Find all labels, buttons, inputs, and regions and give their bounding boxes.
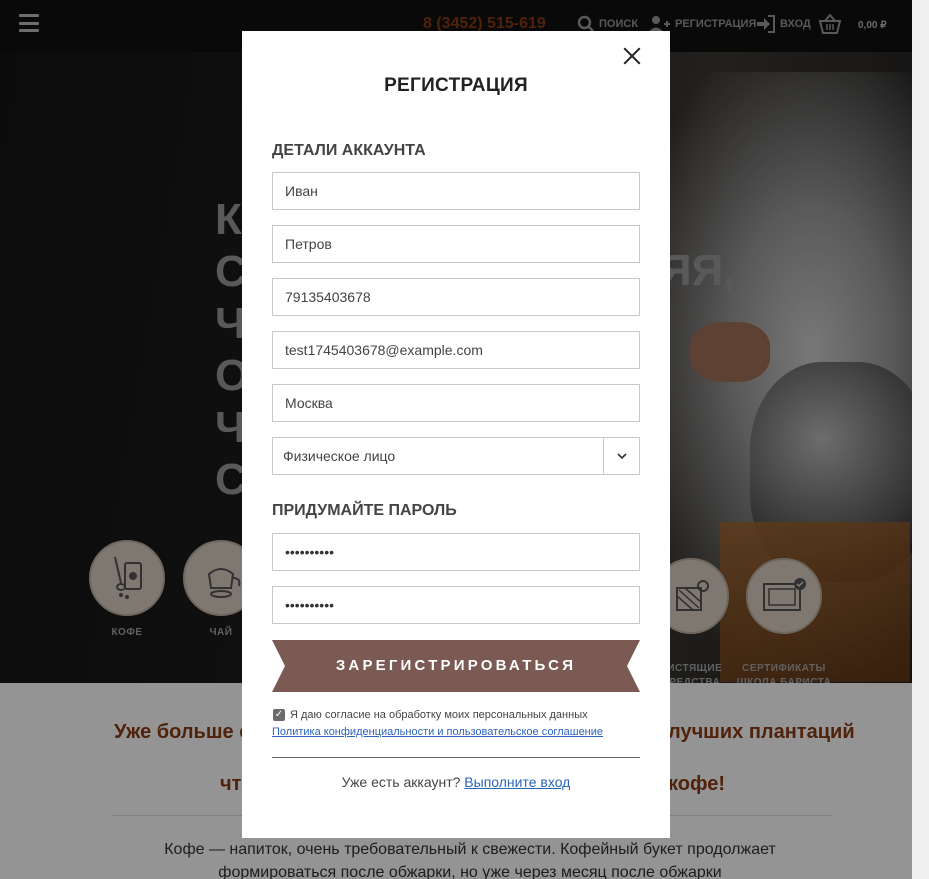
have-account-text: Уже есть аккаунт? [341, 774, 461, 790]
city-value: Москва [285, 395, 333, 411]
password-confirm-field[interactable]: •••••••••• [272, 586, 640, 624]
password-value: •••••••••• [285, 544, 335, 560]
last-name-field[interactable]: Петров [272, 225, 640, 263]
entity-type-select[interactable]: Физическое лицо [272, 437, 640, 475]
register-button[interactable]: ЗАРЕГИСТРИРОВАТЬСЯ [272, 640, 640, 692]
modal-divider [272, 757, 640, 758]
password-field[interactable]: •••••••••• [272, 533, 640, 571]
close-icon[interactable] [622, 46, 642, 66]
register-button-label: ЗАРЕГИСТРИРОВАТЬСЯ [335, 657, 577, 674]
modal-title: РЕГИСТРАЦИЯ [384, 75, 528, 96]
phone-value: 79135403678 [285, 289, 371, 305]
scrollbar[interactable] [912, 0, 929, 879]
password-confirm-value: •••••••••• [285, 597, 335, 613]
privacy-policy-link[interactable]: Политика конфиденциальности и пользовате… [272, 726, 603, 738]
password-section-title: ПРИДУМАЙТЕ ПАРОЛЬ [272, 502, 457, 519]
first-name-value: Иван [285, 183, 318, 199]
chevron-down-icon[interactable] [603, 438, 639, 474]
consent-row: ✓ Я даю согласие на обработку моих персо… [273, 709, 588, 721]
city-field[interactable]: Москва [272, 384, 640, 422]
account-section-title: ДЕТАЛИ АККАУНТА [272, 142, 426, 159]
email-field[interactable]: test1745403678@example.com [272, 331, 640, 369]
consent-text: Я даю согласие на обработку моих персона… [290, 709, 588, 721]
login-link-modal[interactable]: Выполните вход [464, 774, 570, 790]
consent-checkbox[interactable]: ✓ [273, 709, 285, 721]
email-value: test1745403678@example.com [285, 342, 483, 358]
last-name-value: Петров [285, 236, 332, 252]
first-name-field[interactable]: Иван [272, 172, 640, 210]
phone-field[interactable]: 79135403678 [272, 278, 640, 316]
entity-type-value: Физическое лицо [283, 448, 396, 464]
have-account-line: Уже есть аккаунт? Выполните вход [242, 774, 670, 790]
